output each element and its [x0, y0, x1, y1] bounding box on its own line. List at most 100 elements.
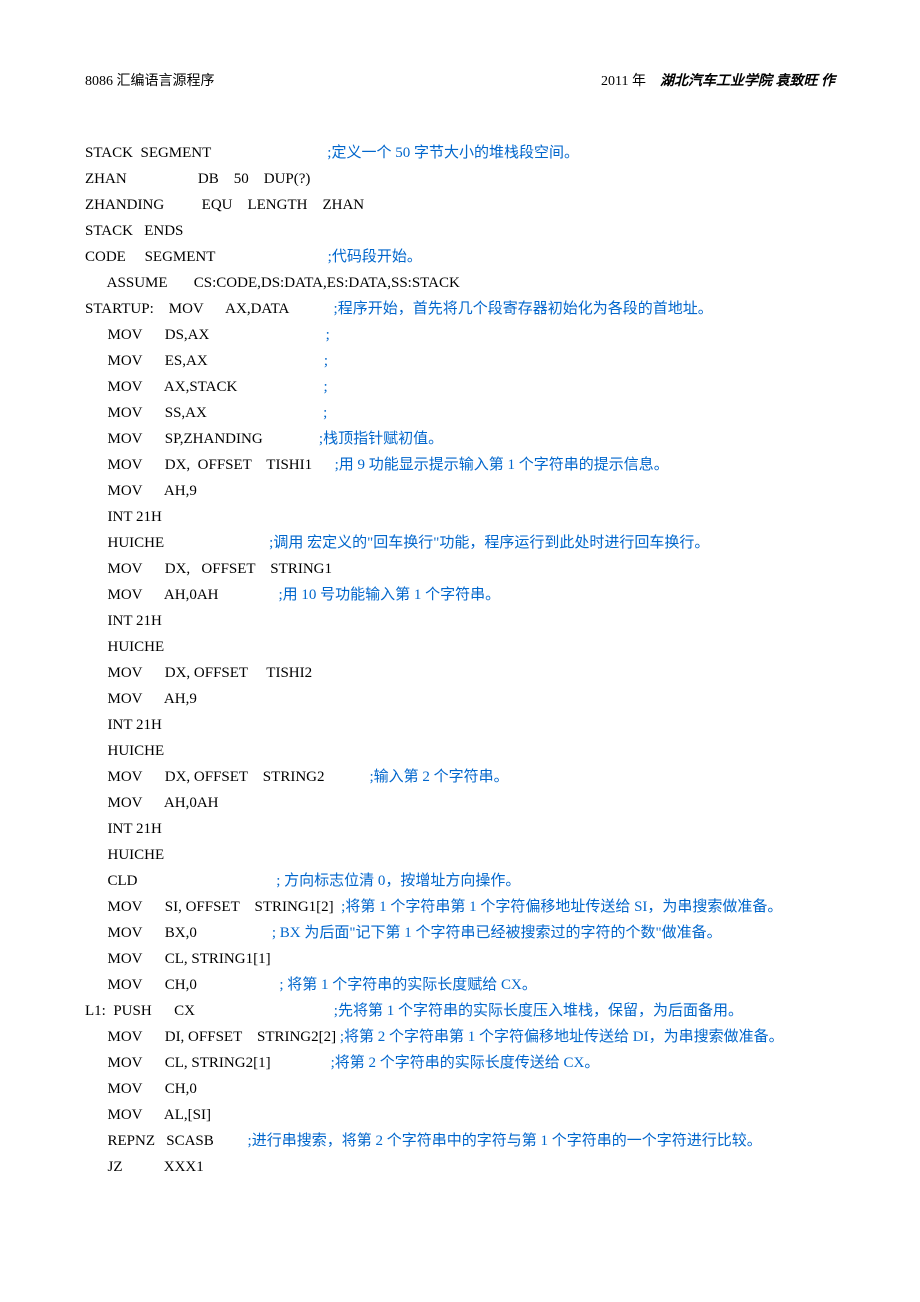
- code-line: L1: PUSH CX ;先将第 1 个字符串的实际长度压入堆栈，保留，为后面备…: [85, 998, 835, 1024]
- code-text: CODE SEGMENT: [85, 249, 328, 265]
- code-text: REPNZ SCASB: [85, 1133, 248, 1149]
- code-line: MOV DX, OFFSET TISHI2: [85, 660, 835, 686]
- code-text: MOV SP,ZHANDING: [85, 431, 319, 447]
- code-block: STACK SEGMENT ;定义一个 50 字节大小的堆栈段空间。ZHAN D…: [85, 140, 835, 1180]
- code-line: MOV AH,0AH: [85, 790, 835, 816]
- code-text: MOV CH,0: [85, 977, 279, 993]
- code-text: MOV SI, OFFSET STRING1[2]: [85, 899, 341, 915]
- code-comment: ;用 9 功能显示提示输入第 1 个字符串的提示信息。: [335, 457, 669, 473]
- code-comment: ;栈顶指针赋初值。: [319, 431, 443, 447]
- code-line: CLD ; 方向标志位清 0，按增址方向操作。: [85, 868, 835, 894]
- code-text: MOV AH,9: [85, 691, 197, 707]
- code-text: MOV SS,AX: [85, 405, 323, 421]
- code-comment: ;输入第 2 个字符串。: [369, 769, 508, 785]
- code-text: MOV CH,0: [85, 1081, 197, 1097]
- code-line: REPNZ SCASB ;进行串搜索，将第 2 个字符串中的字符与第 1 个字符…: [85, 1128, 835, 1154]
- code-line: MOV AH,9: [85, 686, 835, 712]
- code-comment: ;用 10 号功能输入第 1 个字符串。: [278, 587, 500, 603]
- code-line: HUICHE ;调用 宏定义的"回车换行"功能，程序运行到此处时进行回车换行。: [85, 530, 835, 556]
- code-comment: ;: [324, 353, 328, 369]
- code-text: INT 21H: [85, 821, 162, 837]
- code-comment: ; BX 为后面"记下第 1 个字符串已经被搜索过的字符的个数"做准备。: [272, 925, 722, 941]
- code-comment: ;: [324, 379, 328, 395]
- header-right: 2011 年 湖北汽车工业学院 袁致旺 作: [601, 70, 835, 90]
- code-line: ASSUME CS:CODE,DS:DATA,ES:DATA,SS:STACK: [85, 270, 835, 296]
- code-line: JZ XXX1: [85, 1154, 835, 1180]
- code-comment: ;先将第 1 个字符串的实际长度压入堆栈，保留，为后面备用。: [334, 1003, 743, 1019]
- document-page: 8086 汇编语言源程序 2011 年 湖北汽车工业学院 袁致旺 作 STACK…: [0, 0, 920, 1240]
- code-text: MOV AH,0AH: [85, 795, 218, 811]
- code-line: INT 21H: [85, 712, 835, 738]
- code-line: INT 21H: [85, 608, 835, 634]
- header-org: 湖北汽车工业学院 袁致旺 作: [660, 74, 835, 89]
- code-text: INT 21H: [85, 717, 162, 733]
- code-comment: ; 将第 1 个字符串的实际长度赋给 CX。: [279, 977, 537, 993]
- code-line: MOV DX, OFFSET TISHI1 ;用 9 功能显示提示输入第 1 个…: [85, 452, 835, 478]
- code-text: STACK ENDS: [85, 223, 183, 239]
- code-comment: ;调用 宏定义的"回车换行"功能，程序运行到此处时进行回车换行。: [269, 535, 709, 551]
- code-line: MOV SI, OFFSET STRING1[2] ;将第 1 个字符串第 1 …: [85, 894, 835, 920]
- code-text: INT 21H: [85, 613, 162, 629]
- code-text: MOV DI, OFFSET STRING2[2]: [85, 1029, 340, 1045]
- code-text: MOV AH,0AH: [85, 587, 278, 603]
- code-text: ZHANDING EQU LENGTH ZHAN: [85, 197, 364, 213]
- code-line: MOV BX,0 ; BX 为后面"记下第 1 个字符串已经被搜索过的字符的个数…: [85, 920, 835, 946]
- page-header: 8086 汇编语言源程序 2011 年 湖北汽车工业学院 袁致旺 作: [85, 70, 835, 90]
- code-line: MOV DX, OFFSET STRING2 ;输入第 2 个字符串。: [85, 764, 835, 790]
- code-line: MOV ES,AX ;: [85, 348, 835, 374]
- code-text: HUICHE: [85, 847, 164, 863]
- code-line: MOV CL, STRING2[1] ;将第 2 个字符串的实际长度传送给 CX…: [85, 1050, 835, 1076]
- code-line: HUICHE: [85, 634, 835, 660]
- code-text: ZHAN DB 50 DUP(?): [85, 171, 310, 187]
- code-text: MOV AX,STACK: [85, 379, 324, 395]
- code-line: INT 21H: [85, 504, 835, 530]
- code-text: MOV AL,[SI]: [85, 1107, 211, 1123]
- code-line: MOV AX,STACK ;: [85, 374, 835, 400]
- code-text: MOV AH,9: [85, 483, 197, 499]
- code-line: ZHANDING EQU LENGTH ZHAN: [85, 192, 835, 218]
- code-text: MOV CL, STRING2[1]: [85, 1055, 331, 1071]
- code-line: MOV CL, STRING1[1]: [85, 946, 835, 972]
- code-line: CODE SEGMENT ;代码段开始。: [85, 244, 835, 270]
- code-line: MOV AH,9: [85, 478, 835, 504]
- code-comment: ;程序开始，首先将几个段寄存器初始化为各段的首地址。: [334, 301, 713, 317]
- code-comment: ; 方向标志位清 0，按增址方向操作。: [276, 873, 520, 889]
- code-text: MOV DX, OFFSET TISHI2: [85, 665, 312, 681]
- code-text: MOV DX, OFFSET TISHI1: [85, 457, 335, 473]
- code-line: MOV DI, OFFSET STRING2[2] ;将第 2 个字符串第 1 …: [85, 1024, 835, 1050]
- code-line: INT 21H: [85, 816, 835, 842]
- code-comment: ;: [323, 405, 327, 421]
- code-text: CLD: [85, 873, 276, 889]
- code-comment: ;将第 1 个字符串第 1 个字符偏移地址传送给 SI，为串搜索做准备。: [341, 899, 782, 915]
- code-line: HUICHE: [85, 842, 835, 868]
- code-line: MOV CH,0 ; 将第 1 个字符串的实际长度赋给 CX。: [85, 972, 835, 998]
- code-text: INT 21H: [85, 509, 162, 525]
- code-line: MOV DX, OFFSET STRING1: [85, 556, 835, 582]
- code-text: MOV CL, STRING1[1]: [85, 951, 271, 967]
- code-line: MOV CH,0: [85, 1076, 835, 1102]
- code-text: HUICHE: [85, 639, 164, 655]
- code-text: STARTUP: MOV AX,DATA: [85, 301, 334, 317]
- code-comment: ;: [326, 327, 330, 343]
- code-text: JZ XXX1: [85, 1159, 204, 1175]
- code-text: MOV DX, OFFSET STRING1: [85, 561, 332, 577]
- code-comment: ;将第 2 个字符串的实际长度传送给 CX。: [331, 1055, 600, 1071]
- code-comment: ;进行串搜索，将第 2 个字符串中的字符与第 1 个字符串的一个字符进行比较。: [248, 1133, 762, 1149]
- code-text: HUICHE: [85, 743, 164, 759]
- code-line: ZHAN DB 50 DUP(?): [85, 166, 835, 192]
- code-line: MOV SP,ZHANDING ;栈顶指针赋初值。: [85, 426, 835, 452]
- code-comment: ;将第 2 个字符串第 1 个字符偏移地址传送给 DI，为串搜索做准备。: [340, 1029, 784, 1045]
- header-year: 2011 年: [601, 74, 646, 89]
- code-line: STARTUP: MOV AX,DATA ;程序开始，首先将几个段寄存器初始化为…: [85, 296, 835, 322]
- code-comment: ;代码段开始。: [328, 249, 422, 265]
- code-line: MOV SS,AX ;: [85, 400, 835, 426]
- code-text: MOV DX, OFFSET STRING2: [85, 769, 369, 785]
- header-left: 8086 汇编语言源程序: [85, 70, 215, 90]
- code-text: L1: PUSH CX: [85, 1003, 334, 1019]
- code-comment: ;定义一个 50 字节大小的堆栈段空间。: [327, 145, 579, 161]
- code-line: STACK ENDS: [85, 218, 835, 244]
- code-line: HUICHE: [85, 738, 835, 764]
- code-line: MOV AL,[SI]: [85, 1102, 835, 1128]
- code-text: MOV DS,AX: [85, 327, 326, 343]
- code-line: MOV AH,0AH ;用 10 号功能输入第 1 个字符串。: [85, 582, 835, 608]
